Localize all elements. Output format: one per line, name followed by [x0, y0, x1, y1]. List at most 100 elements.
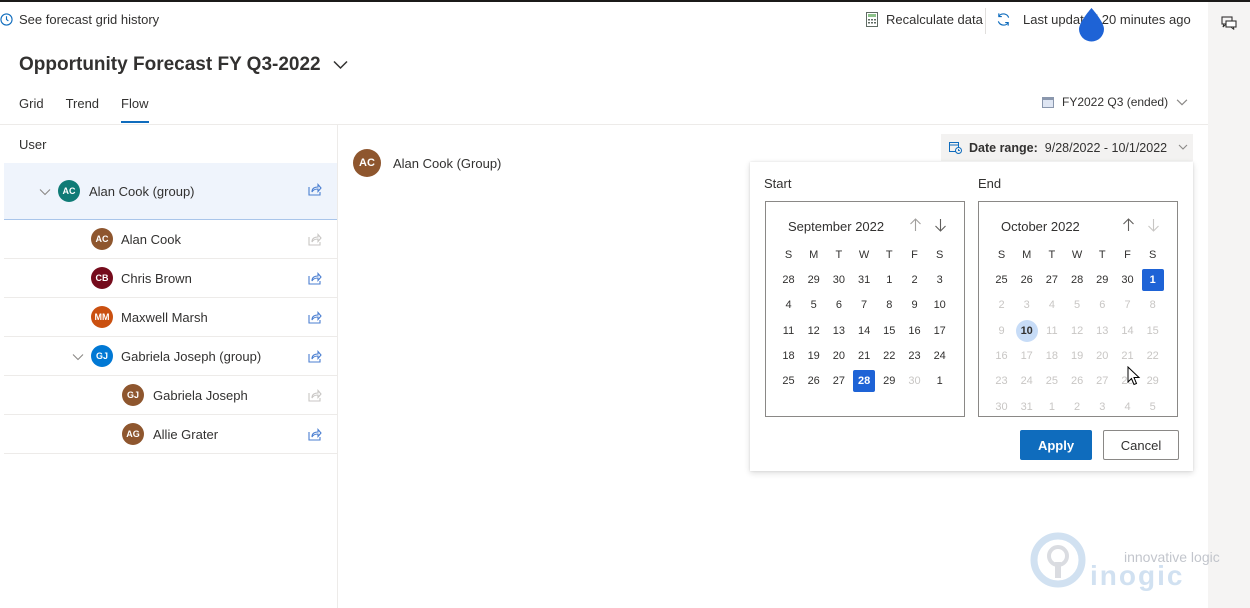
calendar-day[interactable]: 16: [904, 320, 926, 342]
share-icon[interactable]: [308, 183, 322, 196]
calendar-day[interactable]: 7: [1117, 294, 1139, 316]
calendar-day[interactable]: 13: [828, 320, 850, 342]
calendar-day[interactable]: 25: [1041, 370, 1063, 392]
calendar-day[interactable]: 15: [1142, 320, 1164, 342]
calendar-day[interactable]: 28: [1117, 370, 1139, 392]
tree-row[interactable]: MM Maxwell Marsh: [4, 298, 337, 337]
calendar-day[interactable]: 21: [1117, 345, 1139, 367]
chevron-down-icon[interactable]: [72, 353, 84, 361]
calendar-day[interactable]: 3: [1016, 294, 1038, 316]
calendar-day[interactable]: 8: [1142, 294, 1164, 316]
calendar-day-today[interactable]: 10: [1015, 319, 1038, 342]
calendar-day[interactable]: 3: [929, 269, 951, 291]
calendar-day[interactable]: 30: [828, 269, 850, 291]
calendar-day[interactable]: 28: [1066, 269, 1088, 291]
calendar-day[interactable]: 4: [778, 294, 800, 316]
calendar-day[interactable]: 31: [1016, 396, 1038, 418]
calendar-day[interactable]: 3: [1091, 396, 1113, 418]
arrow-up-icon[interactable]: [909, 218, 922, 232]
calendar-day[interactable]: 30: [991, 396, 1013, 418]
calendar-day[interactable]: 23: [904, 345, 926, 367]
tree-row[interactable]: CB Chris Brown: [4, 259, 337, 298]
calendar-day[interactable]: 1: [878, 269, 900, 291]
calendar-day[interactable]: 26: [803, 370, 825, 392]
date-range-button[interactable]: Date range: 9/28/2022 - 10/1/2022: [941, 134, 1193, 161]
share-icon[interactable]: [308, 350, 322, 363]
calendar-day[interactable]: 16: [991, 345, 1013, 367]
tree-row[interactable]: AC Alan Cook (group): [4, 163, 337, 220]
calendar-day[interactable]: 29: [878, 370, 900, 392]
apply-button[interactable]: Apply: [1020, 430, 1092, 460]
recalculate-button[interactable]: Recalculate data: [866, 12, 983, 27]
tree-row[interactable]: AG Allie Grater: [4, 415, 337, 454]
tab-trend[interactable]: Trend: [66, 96, 99, 117]
calendar-day[interactable]: 27: [1041, 269, 1063, 291]
calendar-day[interactable]: 11: [1041, 320, 1063, 342]
share-icon[interactable]: [308, 311, 322, 324]
calendar-day[interactable]: 23: [991, 370, 1013, 392]
calendar-day[interactable]: 1: [929, 370, 951, 392]
calendar-day[interactable]: 14: [1117, 320, 1139, 342]
calendar-day[interactable]: 9: [991, 320, 1013, 342]
arrow-up-icon[interactable]: [1122, 218, 1135, 232]
arrow-down-icon[interactable]: [1147, 218, 1160, 232]
tab-flow[interactable]: Flow: [121, 96, 149, 123]
share-icon[interactable]: [308, 233, 322, 246]
calendar-day[interactable]: 2: [1066, 396, 1088, 418]
tree-row[interactable]: AC Alan Cook: [4, 220, 337, 259]
cancel-button[interactable]: Cancel: [1103, 430, 1179, 460]
calendar-day[interactable]: 29: [1091, 269, 1113, 291]
calendar-day[interactable]: 29: [1142, 370, 1164, 392]
tree-row[interactable]: GJ Gabriela Joseph (group): [4, 337, 337, 376]
calendar-day[interactable]: 13: [1091, 320, 1113, 342]
share-icon[interactable]: [308, 272, 322, 285]
calendar-day[interactable]: 19: [1066, 345, 1088, 367]
calendar-day[interactable]: 17: [1016, 345, 1038, 367]
calendar-day[interactable]: 1: [1041, 396, 1063, 418]
tab-grid[interactable]: Grid: [19, 96, 44, 117]
calendar-day[interactable]: 18: [1041, 345, 1063, 367]
calendar-day[interactable]: 17: [929, 320, 951, 342]
chevron-down-icon[interactable]: [39, 188, 51, 196]
share-icon[interactable]: [308, 389, 322, 402]
calendar-day[interactable]: 22: [878, 345, 900, 367]
calendar-day[interactable]: 20: [828, 345, 850, 367]
calendar-day-selected[interactable]: 28: [853, 370, 876, 393]
share-icon[interactable]: [308, 428, 322, 441]
calendar-day[interactable]: 30: [1117, 269, 1139, 291]
calendar-day[interactable]: 4: [1041, 294, 1063, 316]
calendar-day[interactable]: 7: [853, 294, 875, 316]
forecast-selector[interactable]: Opportunity Forecast FY Q3-2022: [19, 54, 348, 76]
calendar-day[interactable]: 21: [853, 345, 875, 367]
calendar-day[interactable]: 11: [778, 320, 800, 342]
arrow-down-icon[interactable]: [934, 218, 947, 232]
calendar-day[interactable]: 20: [1091, 345, 1113, 367]
calendar-day[interactable]: 6: [828, 294, 850, 316]
calendar-day[interactable]: 8: [878, 294, 900, 316]
calendar-day[interactable]: 4: [1117, 396, 1139, 418]
calendar-day-selected[interactable]: 1: [1141, 269, 1164, 291]
calendar-day[interactable]: 2: [991, 294, 1013, 316]
calendar-day[interactable]: 31: [853, 269, 875, 291]
calendar-day[interactable]: 5: [803, 294, 825, 316]
calendar-day[interactable]: 24: [929, 345, 951, 367]
chat-icon[interactable]: [1221, 15, 1237, 31]
calendar-day[interactable]: 2: [904, 269, 926, 291]
calendar-day[interactable]: 9: [904, 294, 926, 316]
calendar-day[interactable]: 14: [853, 320, 875, 342]
calendar-day[interactable]: 29: [803, 269, 825, 291]
calendar-day[interactable]: 18: [778, 345, 800, 367]
calendar-day[interactable]: 26: [1016, 269, 1038, 291]
calendar-day[interactable]: 25: [991, 269, 1013, 291]
calendar-day[interactable]: 27: [1091, 370, 1113, 392]
calendar-day[interactable]: 30: [904, 370, 926, 392]
calendar-day[interactable]: 22: [1142, 345, 1164, 367]
calendar-day[interactable]: 19: [803, 345, 825, 367]
calendar-day[interactable]: 12: [803, 320, 825, 342]
tree-row[interactable]: GJ Gabriela Joseph: [4, 376, 337, 415]
calendar-day[interactable]: 15: [878, 320, 900, 342]
calendar-day[interactable]: 5: [1066, 294, 1088, 316]
period-selector[interactable]: FY2022 Q3 (ended): [1042, 95, 1188, 109]
calendar-day[interactable]: 27: [828, 370, 850, 392]
calendar-day[interactable]: 28: [778, 269, 800, 291]
